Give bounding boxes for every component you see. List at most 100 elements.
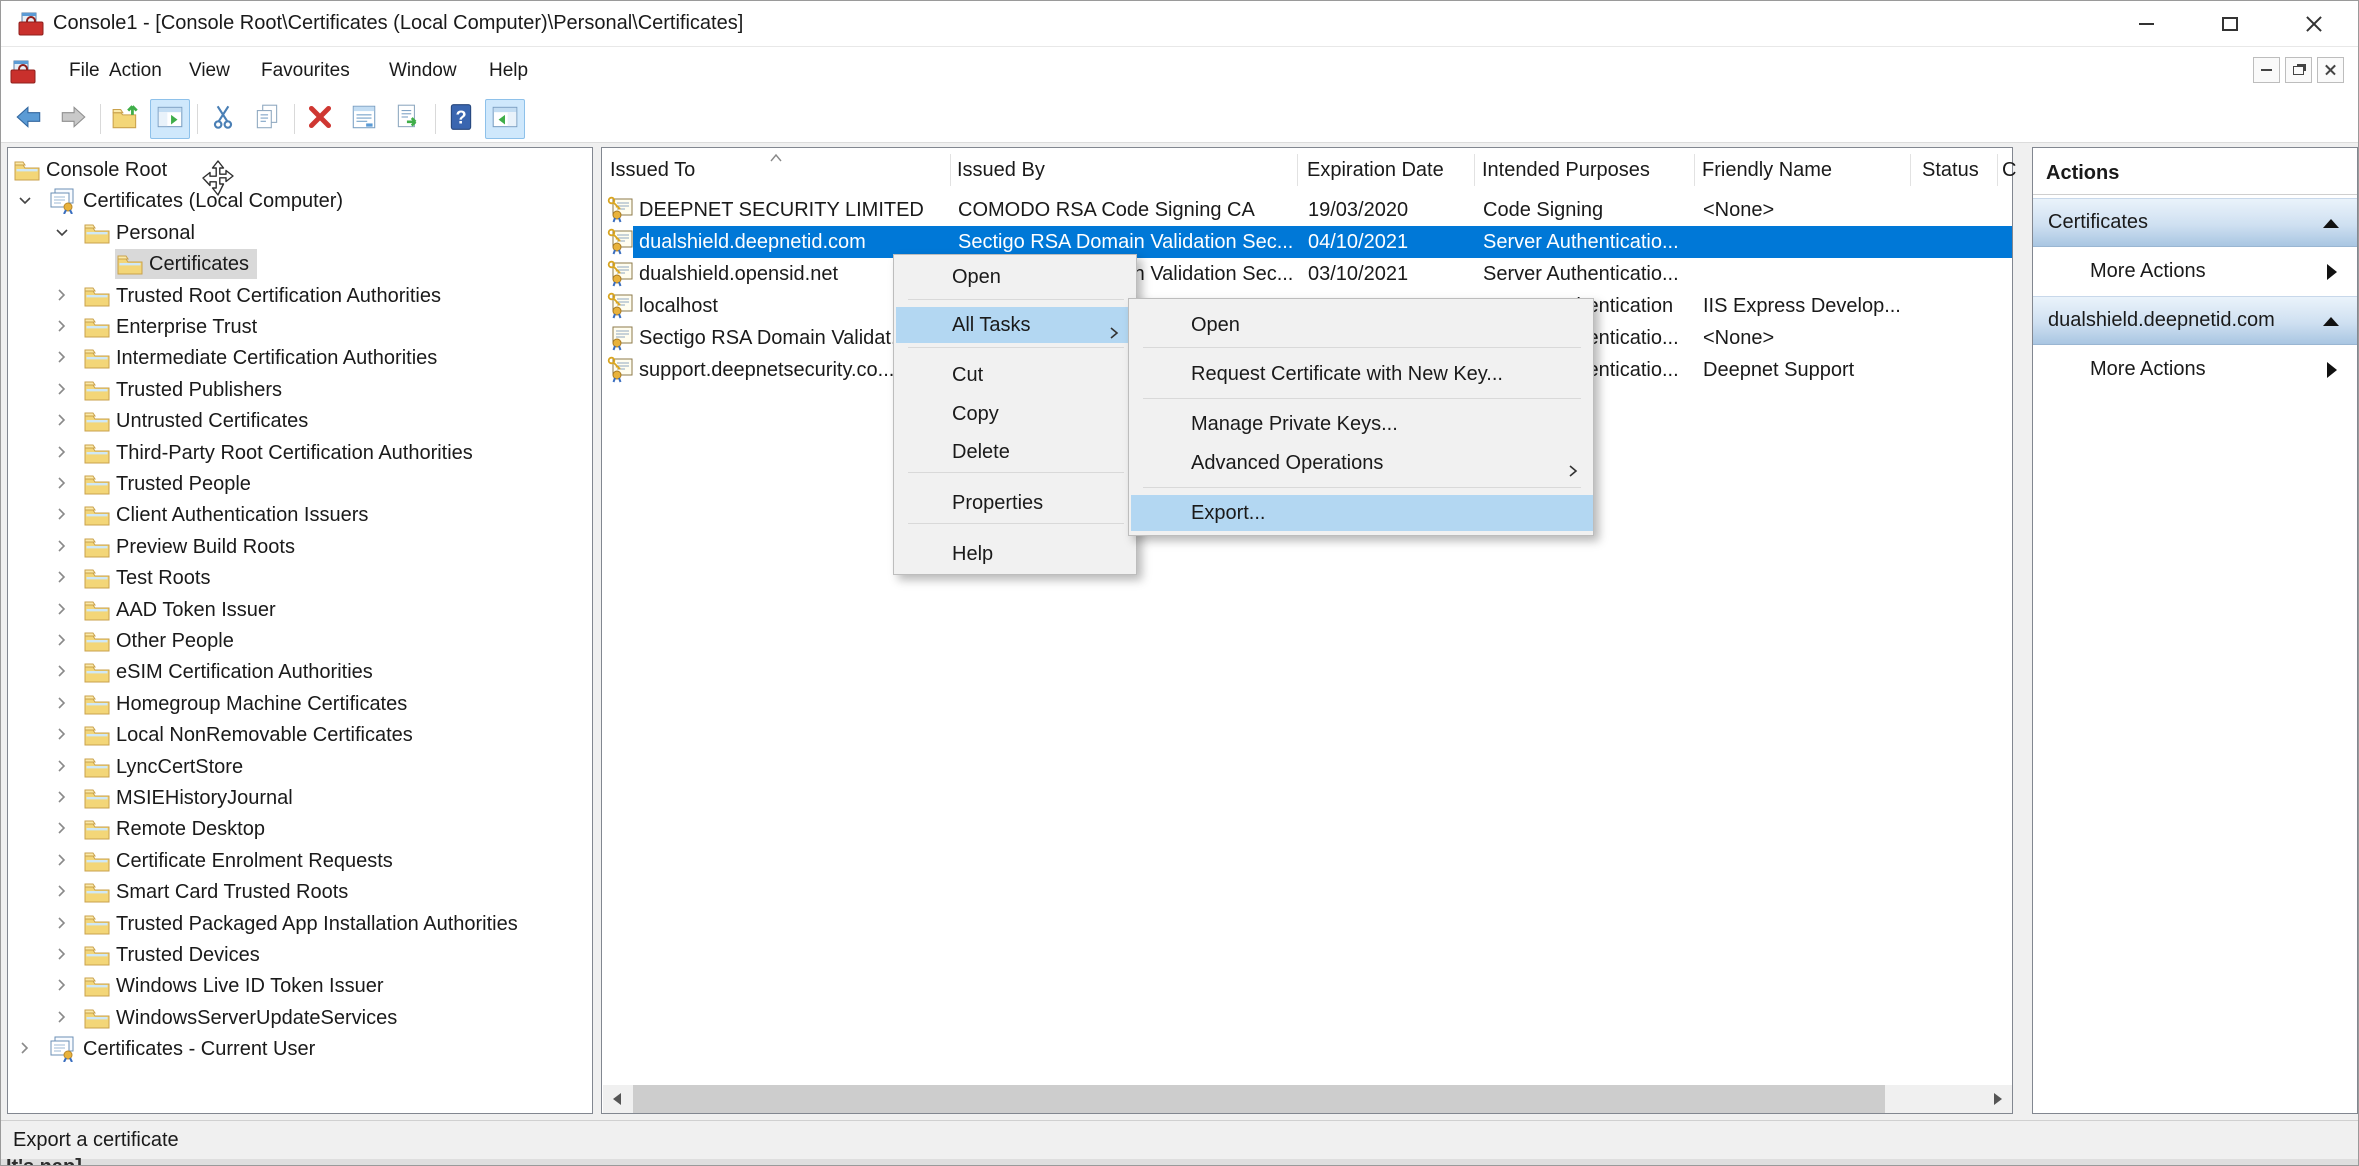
- tree-item-trusted-root-certification-authorities[interactable]: Trusted Root Certification Authorities: [8, 280, 592, 310]
- chevron-right-icon[interactable]: [54, 915, 70, 936]
- close-button[interactable]: [2283, 1, 2345, 46]
- tree-item-content[interactable]: Third-Party Root Certification Authoriti…: [82, 438, 481, 468]
- tree-item-windows-live-id-token-issuer[interactable]: Windows Live ID Token Issuer: [8, 970, 592, 1000]
- menu-item-cut[interactable]: Cut: [896, 357, 1136, 393]
- certificate-row[interactable]: dualshield.opensid.netSectigo RSA Domain…: [603, 258, 2012, 290]
- actions-section-dualshield-deepnetid-com[interactable]: dualshield.deepnetid.com: [2033, 296, 2357, 345]
- tree-item-content[interactable]: Certificates - Current User: [45, 1034, 323, 1064]
- export-list-button[interactable]: [388, 99, 428, 139]
- menu-item-open[interactable]: Open: [896, 259, 1136, 295]
- tree-item-certificate-enrolment-requests[interactable]: Certificate Enrolment Requests: [8, 845, 592, 875]
- tree-item-content[interactable]: MSIEHistoryJournal: [82, 783, 301, 813]
- tree-item-msiehistoryjournal[interactable]: MSIEHistoryJournal: [8, 782, 592, 812]
- forward-button[interactable]: [53, 99, 93, 139]
- more-actions-button[interactable]: More Actions: [2033, 345, 2357, 394]
- horizontal-scrollbar[interactable]: [603, 1085, 2012, 1113]
- tree-item-content[interactable]: Preview Build Roots: [82, 532, 303, 562]
- tree-item-trusted-devices[interactable]: Trusted Devices: [8, 939, 592, 969]
- chevron-right-icon[interactable]: [54, 569, 70, 590]
- column-header-issued-to[interactable]: Issued To: [610, 148, 695, 192]
- menu-item-open[interactable]: Open: [1131, 307, 1593, 343]
- chevron-right-icon[interactable]: [54, 695, 70, 716]
- collapse-arrow-icon[interactable]: [2323, 317, 2339, 326]
- column-separator[interactable]: [950, 154, 951, 186]
- tree-item-content[interactable]: Smart Card Trusted Roots: [82, 877, 356, 907]
- tree-item-content[interactable]: Remote Desktop: [82, 814, 273, 844]
- chevron-down-icon[interactable]: [17, 192, 33, 213]
- column-header-expiration-date[interactable]: Expiration Date: [1307, 148, 1444, 192]
- chevron-right-icon[interactable]: [54, 632, 70, 653]
- tree-item-content[interactable]: Trusted Publishers: [82, 375, 290, 405]
- more-actions-button[interactable]: More Actions: [2033, 247, 2357, 296]
- menu-item-all-tasks[interactable]: All Tasks: [896, 307, 1136, 343]
- certificate-row[interactable]: dualshield.deepnetid.comSectigo RSA Doma…: [603, 226, 2012, 258]
- tree-item-trusted-publishers[interactable]: Trusted Publishers: [8, 374, 592, 404]
- menu-window[interactable]: Window: [383, 47, 463, 95]
- tree-item-local-nonremovable-certificates[interactable]: Local NonRemovable Certificates: [8, 719, 592, 749]
- tree-item-content[interactable]: Personal: [82, 218, 203, 248]
- tree-item-third-party-root-certification-authorities[interactable]: Third-Party Root Certification Authoriti…: [8, 437, 592, 467]
- tree-item-content[interactable]: Intermediate Certification Authorities: [82, 343, 445, 373]
- menu-action[interactable]: Action: [103, 47, 168, 95]
- chevron-right-icon[interactable]: [17, 1040, 33, 1061]
- minimize-button[interactable]: [2115, 1, 2177, 46]
- actions-section-certificates[interactable]: Certificates: [2033, 198, 2357, 247]
- tree-item-content[interactable]: Local NonRemovable Certificates: [82, 720, 421, 750]
- menu-item-help[interactable]: Help: [896, 536, 1136, 572]
- tree-item-lynccertstore[interactable]: LyncCertStore: [8, 751, 592, 781]
- tree-item-certificates-local-computer-[interactable]: Certificates (Local Computer): [8, 185, 592, 215]
- tree-item-content[interactable]: Console Root: [12, 155, 175, 185]
- tree-item-content[interactable]: Homegroup Machine Certificates: [82, 689, 415, 719]
- tree-item-smart-card-trusted-roots[interactable]: Smart Card Trusted Roots: [8, 876, 592, 906]
- tree-item-content[interactable]: Trusted Root Certification Authorities: [82, 281, 449, 311]
- properties-button[interactable]: [344, 99, 384, 139]
- tree-item-content[interactable]: AAD Token Issuer: [82, 595, 284, 625]
- cut-button[interactable]: [203, 99, 243, 139]
- tree-item-test-roots[interactable]: Test Roots: [8, 562, 592, 592]
- delete-button[interactable]: [300, 99, 340, 139]
- column-separator[interactable]: [1474, 154, 1475, 186]
- chevron-right-icon[interactable]: [54, 381, 70, 402]
- menu-item-manage-private-keys-[interactable]: Manage Private Keys...: [1131, 406, 1593, 442]
- tree-item-content[interactable]: Trusted Devices: [82, 940, 268, 970]
- tree-item-content[interactable]: LyncCertStore: [82, 752, 251, 782]
- tree-item-untrusted-certificates[interactable]: Untrusted Certificates: [8, 405, 592, 435]
- column-separator[interactable]: [1910, 154, 1911, 186]
- tree-item-content[interactable]: Untrusted Certificates: [82, 406, 316, 436]
- menu-file[interactable]: File: [63, 47, 106, 95]
- scrollbar-thumb[interactable]: [633, 1085, 1885, 1113]
- tree-item-windowsserverupdateservices[interactable]: WindowsServerUpdateServices: [8, 1002, 592, 1032]
- chevron-right-icon[interactable]: [54, 601, 70, 622]
- child-minimize-button[interactable]: [2253, 57, 2280, 83]
- chevron-right-icon[interactable]: [54, 506, 70, 527]
- menu-favourites[interactable]: Favourites: [255, 47, 356, 95]
- show-action-pane-button[interactable]: [485, 99, 525, 139]
- chevron-right-icon[interactable]: [54, 538, 70, 559]
- chevron-right-icon[interactable]: [54, 820, 70, 841]
- tree-item-content[interactable]: Windows Live ID Token Issuer: [82, 971, 392, 1001]
- back-button[interactable]: [9, 99, 49, 139]
- column-header-friendly-name[interactable]: Friendly Name: [1702, 148, 1832, 192]
- chevron-right-icon[interactable]: [54, 946, 70, 967]
- chevron-right-icon[interactable]: [54, 852, 70, 873]
- chevron-right-icon[interactable]: [54, 475, 70, 496]
- tree-item-content[interactable]: Enterprise Trust: [82, 312, 265, 342]
- menu-view[interactable]: View: [183, 47, 236, 95]
- chevron-right-icon[interactable]: [54, 883, 70, 904]
- up-one-level-button[interactable]: [106, 99, 146, 139]
- tree-item-trusted-packaged-app-installation-authorities[interactable]: Trusted Packaged App Installation Author…: [8, 908, 592, 938]
- tree-item-content[interactable]: WindowsServerUpdateServices: [82, 1003, 405, 1033]
- tree-item-intermediate-certification-authorities[interactable]: Intermediate Certification Authorities: [8, 342, 592, 372]
- column-separator[interactable]: [1694, 154, 1695, 186]
- menu-item-delete[interactable]: Delete: [896, 434, 1136, 470]
- scroll-left-button[interactable]: [603, 1085, 631, 1113]
- chevron-right-icon[interactable]: [54, 977, 70, 998]
- chevron-right-icon[interactable]: [54, 412, 70, 433]
- chevron-right-icon[interactable]: [54, 349, 70, 370]
- collapse-arrow-icon[interactable]: [2323, 219, 2339, 228]
- menu-item-export-[interactable]: Export...: [1131, 495, 1593, 531]
- tree-item-homegroup-machine-certificates[interactable]: Homegroup Machine Certificates: [8, 688, 592, 718]
- child-close-button[interactable]: [2317, 57, 2344, 83]
- tree-item-content[interactable]: Trusted Packaged App Installation Author…: [82, 909, 526, 939]
- tree-item-other-people[interactable]: Other People: [8, 625, 592, 655]
